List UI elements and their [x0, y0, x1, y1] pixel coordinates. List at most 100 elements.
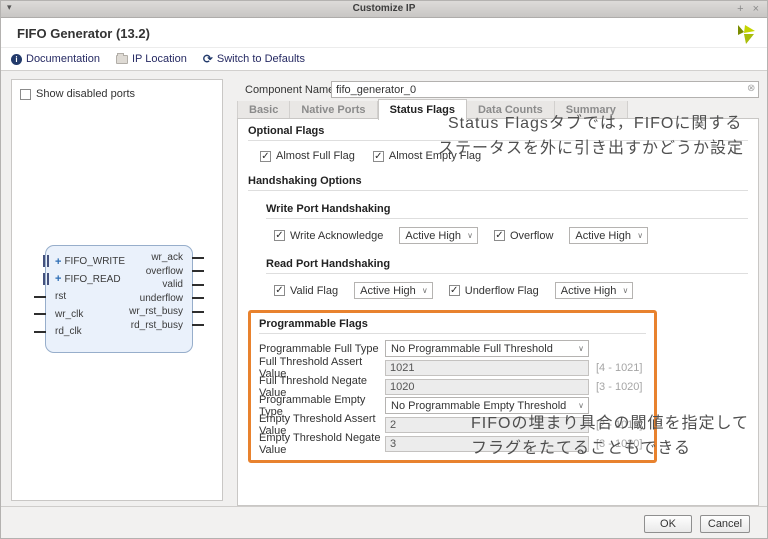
left-ports: + FIFO_WRITE + FIFO_READ rst wr_clk [55, 253, 125, 341]
write-acknowledge-select[interactable]: Active High ∨ [399, 227, 478, 244]
overflow-select[interactable]: Active High ∨ [569, 227, 648, 244]
write-acknowledge-checkbox[interactable]: ✓ [274, 230, 285, 241]
field-label: Programmable Full Type [259, 343, 385, 355]
component-name-label: Component Name [245, 84, 334, 96]
chevron-down-icon: ∨ [637, 231, 643, 240]
ip-location-link[interactable]: IP Location [116, 53, 187, 65]
range-hint: [3 - 1020] [596, 381, 642, 393]
tab-native-ports[interactable]: Native Ports [290, 101, 377, 119]
port-stub [192, 257, 204, 259]
chevron-down-icon: ∨ [623, 286, 629, 295]
write-acknowledge-option[interactable]: ✓ Write Acknowledge [274, 230, 383, 242]
port-stub [192, 311, 204, 313]
cancel-button[interactable]: Cancel [700, 515, 750, 533]
footer: OK Cancel [1, 506, 767, 538]
ip-location-label: IP Location [132, 53, 187, 65]
divider [259, 333, 646, 334]
tab-basic[interactable]: Basic [237, 101, 290, 119]
chevron-down-icon: ∨ [422, 286, 428, 295]
underflow-flag-label: Underflow Flag [465, 285, 539, 297]
selected-value: No Programmable Empty Threshold [391, 400, 566, 412]
port-stub [34, 313, 46, 315]
port-label: wr_ack [151, 252, 183, 263]
port-underflow: underflow [129, 292, 183, 306]
annotation-line: ステータスを外に引き出すかどうか設定 [438, 136, 744, 161]
write-acknowledge-label: Write Acknowledge [290, 230, 383, 242]
show-disabled-ports-checkbox[interactable] [20, 89, 31, 100]
info-icon: i [11, 54, 22, 65]
bus-interface-icon [43, 273, 49, 285]
port-stub [192, 324, 204, 326]
switch-to-defaults-link[interactable]: ⟳ Switch to Defaults [203, 53, 305, 65]
overflow-option[interactable]: ✓ Overflow [494, 230, 553, 242]
port-label: wr_clk [55, 309, 83, 320]
port-fifo-write: + FIFO_WRITE [55, 253, 125, 271]
port-rst: rst [55, 288, 125, 306]
divider [248, 190, 748, 191]
close-icon[interactable]: × [753, 2, 759, 16]
full-threshold-negate-input: 1020 [385, 379, 589, 395]
port-stub [192, 270, 204, 272]
folder-icon [116, 55, 128, 64]
selected-value: Active High [405, 230, 461, 242]
ip-block-diagram: + FIFO_WRITE + FIFO_READ rst wr_clk [45, 245, 193, 353]
range-hint: [4 - 1021] [596, 362, 642, 374]
overflow-checkbox[interactable]: ✓ [494, 230, 505, 241]
port-label: overflow [146, 266, 183, 277]
xilinx-logo-icon [733, 22, 757, 51]
port-label: FIFO_WRITE [64, 256, 125, 267]
documentation-link[interactable]: i Documentation [11, 53, 100, 65]
write-port-handshaking-title: Write Port Handshaking [266, 203, 748, 215]
header: FIFO Generator (13.2) [1, 18, 767, 48]
titlebar: ▾ Customize IP + × [1, 1, 767, 18]
annotation-status-flags: Status Flagsタブでは，FIFOに関する ステータスを外に引き出すかど… [438, 111, 744, 161]
almost-empty-flag-checkbox[interactable]: ✓ [373, 151, 384, 162]
documentation-label: Documentation [26, 53, 100, 65]
bus-interface-icon [43, 255, 49, 267]
component-name-input[interactable] [331, 81, 759, 98]
divider [266, 218, 748, 219]
almost-full-flag-checkbox[interactable]: ✓ [260, 151, 271, 162]
page-title: FIFO Generator (13.2) [17, 26, 150, 41]
selected-value: Active High [575, 230, 631, 242]
clear-icon[interactable]: ⊗ [747, 83, 755, 94]
port-label: wr_rst_busy [129, 306, 183, 317]
port-stub [34, 296, 46, 298]
annotation-line: Status Flagsタブでは，FIFOに関する [438, 111, 744, 136]
refresh-icon: ⟳ [203, 54, 213, 65]
customize-ip-window: ▾ Customize IP + × FIFO Generator (13.2)… [0, 0, 768, 539]
valid-flag-checkbox[interactable]: ✓ [274, 285, 285, 296]
maximize-icon[interactable]: + [737, 2, 743, 16]
port-rd-rst-busy: rd_rst_busy [129, 319, 183, 333]
show-disabled-ports-label: Show disabled ports [36, 88, 135, 100]
underflow-flag-checkbox[interactable]: ✓ [449, 285, 460, 296]
underflow-flag-select[interactable]: Active High ∨ [555, 282, 634, 299]
valid-flag-option[interactable]: ✓ Valid Flag [274, 285, 338, 297]
read-port-handshaking-title: Read Port Handshaking [266, 258, 748, 270]
chevron-down-icon: ∨ [578, 401, 584, 410]
port-stub [192, 297, 204, 299]
annotation-line: FIFOの埋まり具合の閾値を指定して [471, 411, 749, 436]
port-label: rd_clk [55, 326, 82, 337]
port-overflow: overflow [129, 265, 183, 279]
expand-icon[interactable]: + [55, 273, 61, 285]
switch-to-defaults-label: Switch to Defaults [217, 53, 305, 65]
show-disabled-ports[interactable]: Show disabled ports [20, 88, 135, 100]
window-title: Customize IP [1, 3, 767, 14]
programmable-full-type-select[interactable]: No Programmable Full Threshold ∨ [385, 340, 589, 357]
selected-value: No Programmable Full Threshold [391, 343, 553, 355]
underflow-flag-option[interactable]: ✓ Underflow Flag [449, 285, 539, 297]
selected-value: Active High [561, 285, 617, 297]
annotation-threshold: FIFOの埋まり具合の閾値を指定して フラグをたてることもできる [471, 411, 749, 461]
handshaking-options-title: Handshaking Options [248, 175, 748, 187]
port-valid: valid [129, 278, 183, 292]
toolbar: i Documentation IP Location ⟳ Switch to … [1, 48, 767, 71]
expand-icon[interactable]: + [55, 256, 61, 268]
valid-flag-select[interactable]: Active High ∨ [354, 282, 433, 299]
overflow-label: Overflow [510, 230, 553, 242]
port-label: rst [55, 291, 66, 302]
chevron-down-icon: ∨ [578, 344, 584, 353]
ok-button[interactable]: OK [644, 515, 692, 533]
almost-full-flag-option[interactable]: ✓ Almost Full Flag [260, 150, 355, 162]
port-stub [34, 331, 46, 333]
